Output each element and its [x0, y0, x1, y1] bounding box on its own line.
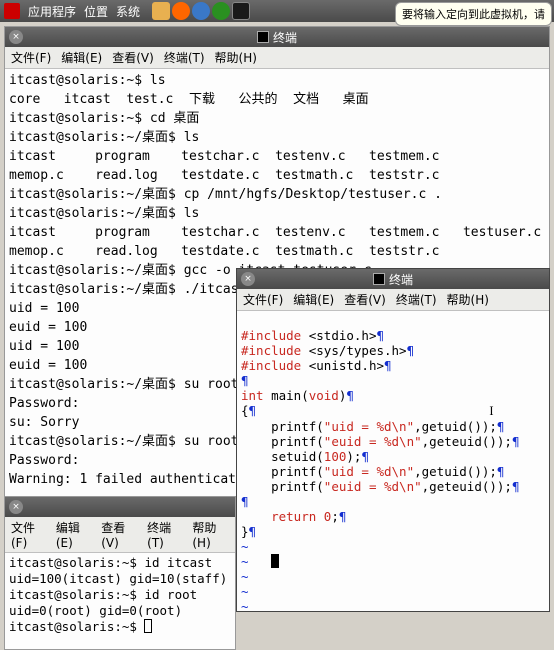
menu-help[interactable]: 帮助(H): [447, 291, 489, 308]
menu-terminal[interactable]: 终端(T): [164, 49, 205, 66]
menu-system[interactable]: 系统: [116, 3, 140, 20]
window-titlebar[interactable]: × 终端: [5, 27, 549, 47]
menu-view[interactable]: 查看(V): [112, 49, 154, 66]
menu-terminal[interactable]: 终端(T): [396, 291, 437, 308]
terminal-icon: [257, 31, 269, 43]
software-icon[interactable]: [192, 2, 210, 20]
menu-help[interactable]: 帮助(H): [215, 49, 257, 66]
terminal-launcher-icon[interactable]: [232, 2, 250, 20]
menu-places[interactable]: 位置: [84, 3, 108, 20]
terminal-window-secondary: × 文件(F) 编辑(E) 查看(V) 终端(T) 帮助(H) itcast@s…: [4, 496, 236, 650]
os-logo-icon: [4, 3, 20, 19]
text-caret-icon: I: [489, 404, 493, 419]
menu-file[interactable]: 文件(F): [11, 49, 51, 66]
window-title-text: 终端: [273, 29, 297, 46]
menubar[interactable]: 文件(F) 编辑(E) 查看(V) 终端(T) 帮助(H): [5, 517, 235, 553]
menu-edit[interactable]: 编辑(E): [56, 519, 91, 550]
window-titlebar[interactable]: × 终端: [237, 269, 549, 289]
network-icon[interactable]: [212, 2, 230, 20]
menu-file[interactable]: 文件(F): [243, 291, 283, 308]
menu-edit[interactable]: 编辑(E): [61, 49, 102, 66]
menu-help[interactable]: 帮助(H): [192, 519, 229, 550]
menu-view[interactable]: 查看(V): [344, 291, 386, 308]
terminal-icon: [373, 273, 385, 285]
vm-input-tooltip: 要将输入定向到此虚拟机，请: [395, 2, 552, 26]
system-taskbar[interactable]: 应用程序 位置 系统 要将输入定向到此虚拟机，请: [0, 0, 554, 22]
menu-edit[interactable]: 编辑(E): [293, 291, 334, 308]
close-icon[interactable]: ×: [9, 500, 23, 514]
home-icon[interactable]: [152, 2, 170, 20]
terminal-output[interactable]: itcast@solaris:~$ id itcast uid=100(itca…: [5, 553, 235, 649]
editor-content[interactable]: #include <stdio.h>¶ #include <sys/types.…: [237, 311, 549, 611]
close-icon[interactable]: ×: [9, 30, 23, 44]
launcher-icons: [152, 2, 250, 20]
window-titlebar[interactable]: ×: [5, 497, 235, 517]
menu-terminal[interactable]: 终端(T): [147, 519, 182, 550]
menu-file[interactable]: 文件(F): [11, 519, 46, 550]
menubar[interactable]: 文件(F) 编辑(E) 查看(V) 终端(T) 帮助(H): [237, 289, 549, 311]
window-title-text: 终端: [389, 271, 413, 288]
close-icon[interactable]: ×: [241, 272, 255, 286]
terminal-window-editor: × 终端 文件(F) 编辑(E) 查看(V) 终端(T) 帮助(H) #incl…: [236, 268, 550, 612]
menu-applications[interactable]: 应用程序: [28, 3, 76, 20]
menu-view[interactable]: 查看(V): [101, 519, 137, 550]
cursor-icon: [144, 619, 152, 633]
firefox-icon[interactable]: [172, 2, 190, 20]
menubar[interactable]: 文件(F) 编辑(E) 查看(V) 终端(T) 帮助(H): [5, 47, 549, 69]
cursor-icon: [271, 554, 279, 568]
